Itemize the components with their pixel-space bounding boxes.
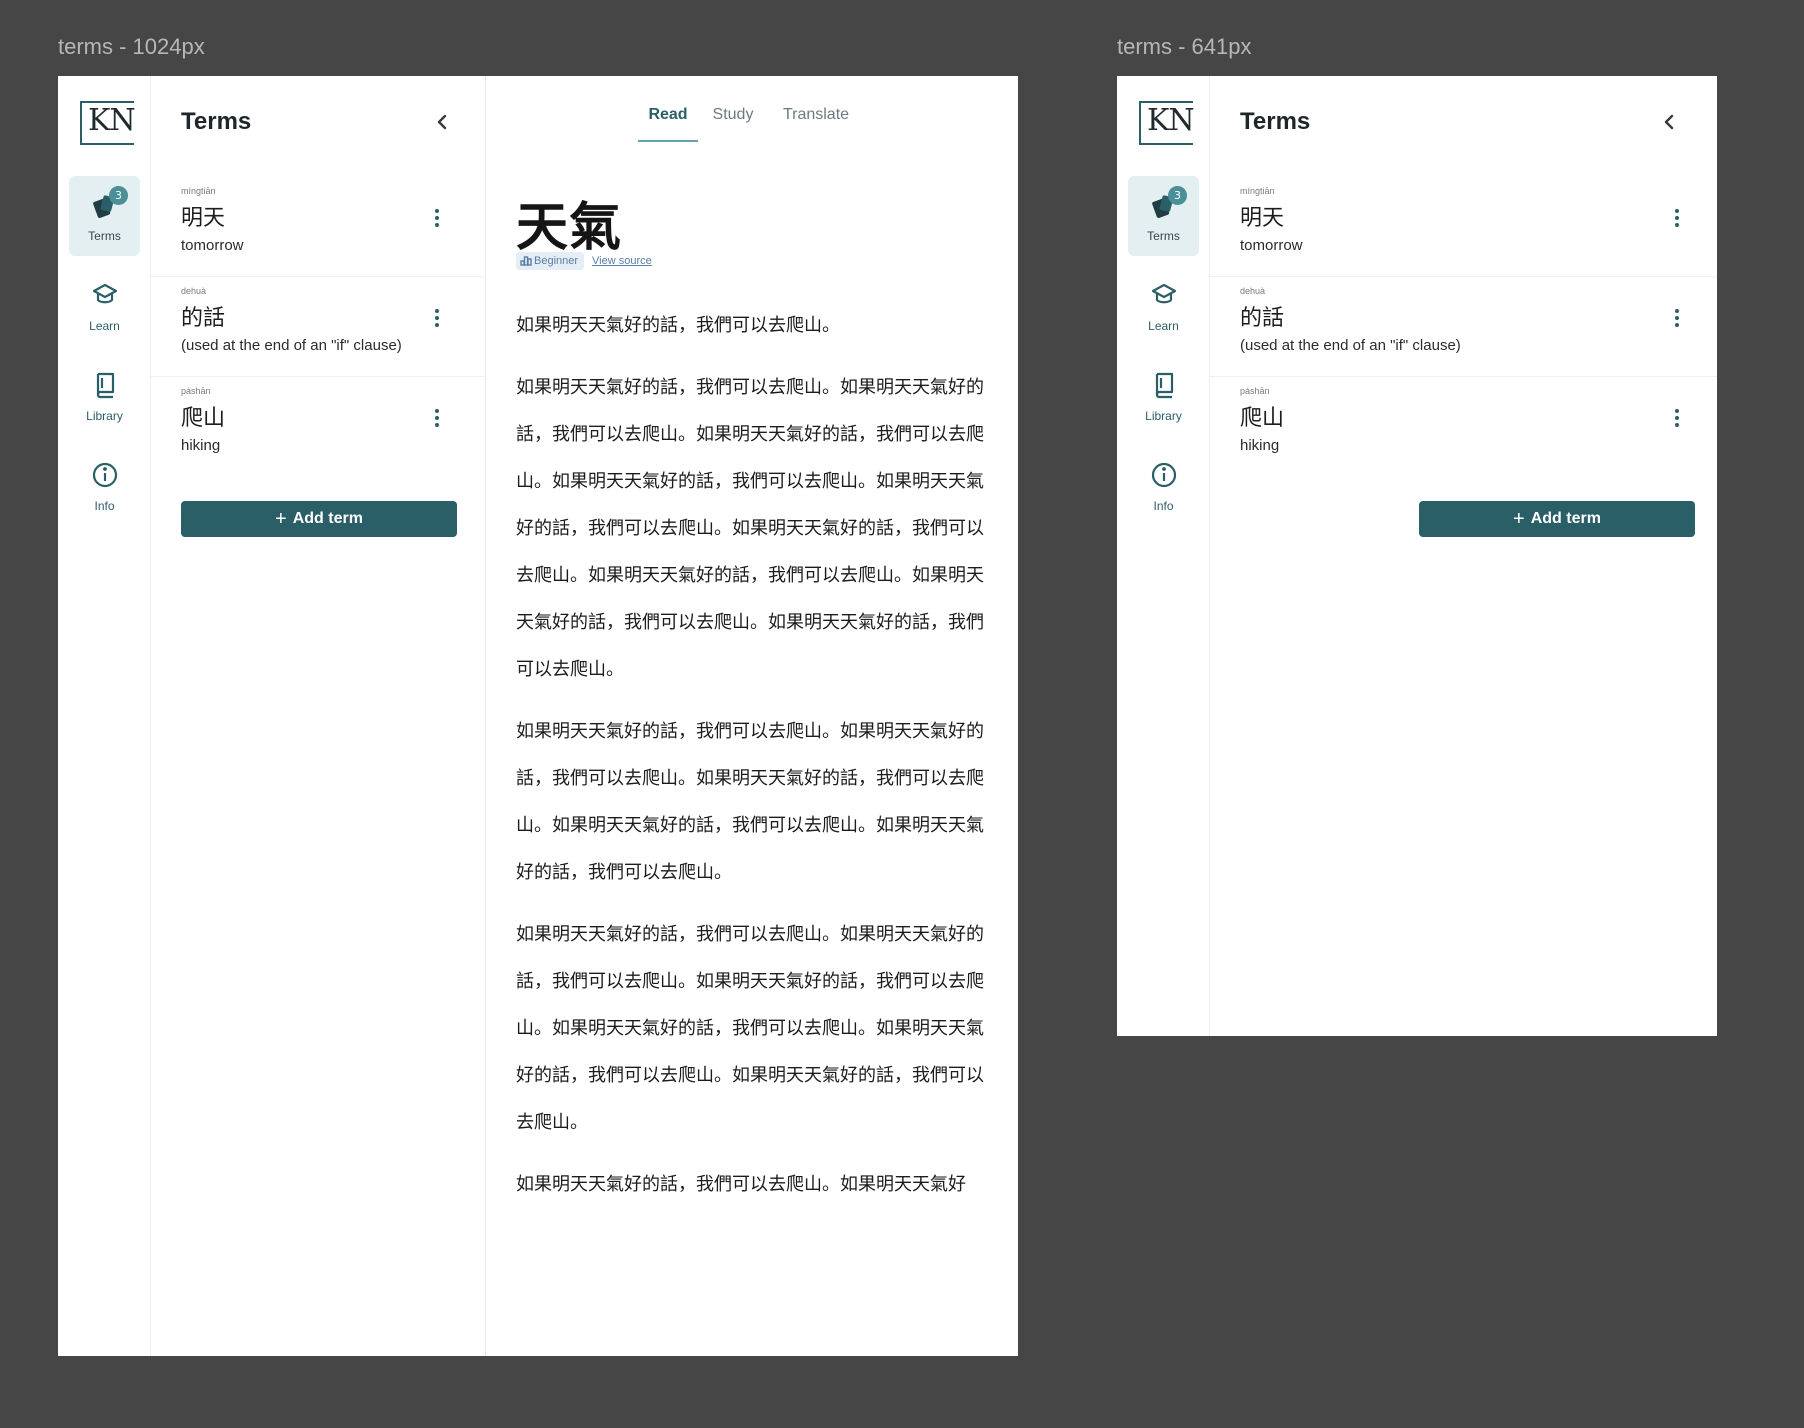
frame-641: KN 3 Terms Learn Library Info Terms míng… xyxy=(1117,76,1717,1036)
term-item[interactable]: dehuà 的話 (used at the end of an "if" cla… xyxy=(1210,276,1717,377)
frame-1024: KN 3 Terms Learn Library Info Terms míng… xyxy=(58,76,1018,1356)
more-options-icon[interactable] xyxy=(427,406,447,430)
nav-item-terms[interactable]: 3 Terms xyxy=(69,176,140,256)
panel-title: Terms xyxy=(181,108,252,135)
document-title: 天氣 xyxy=(516,197,623,258)
more-options-icon[interactable] xyxy=(1667,406,1687,430)
paragraph: 如果明天天氣好的話，我們可以去爬山。如果明天天氣好的話，我們可以去爬山。如果明天… xyxy=(516,721,984,883)
chevron-left-icon[interactable] xyxy=(1657,110,1681,134)
nav-item-library[interactable]: Library xyxy=(1128,356,1199,436)
tab-read[interactable]: Read xyxy=(638,102,698,142)
more-options-icon[interactable] xyxy=(1667,306,1687,330)
nav-rail: KN 3 Terms Learn Library Info xyxy=(58,76,151,1356)
article-body: 如果明天天氣好的話，我們可以去爬山。 如果明天天氣好的話，我們可以去爬山。如果明… xyxy=(516,302,988,1223)
nav-item-learn[interactable]: Learn xyxy=(1128,266,1199,346)
paragraph: 如果明天天氣好的話，我們可以去爬山。 xyxy=(516,315,840,336)
book-icon xyxy=(1155,372,1174,399)
document-meta: Beginner View source xyxy=(516,250,652,272)
level-badge: Beginner xyxy=(516,251,585,270)
terms-count-badge: 3 xyxy=(109,186,128,205)
chevron-left-icon[interactable] xyxy=(430,110,454,134)
plus-icon: + xyxy=(1513,507,1525,530)
panel-title: Terms xyxy=(1240,108,1311,135)
app-logo[interactable]: KN xyxy=(80,101,136,145)
terms-panel: Terms míngtiān 明天 tomorrow dehuà 的話 (use… xyxy=(151,76,486,1356)
info-icon xyxy=(1151,462,1177,488)
paragraph: 如果明天天氣好的話，我們可以去爬山。如果明天天氣好 xyxy=(516,1174,966,1195)
paragraph: 如果明天天氣好的話，我們可以去爬山。如果明天天氣好的話，我們可以去爬山。如果明天… xyxy=(516,377,984,680)
more-options-icon[interactable] xyxy=(427,206,447,230)
view-source-link[interactable]: View source xyxy=(592,255,652,267)
terms-count-badge: 3 xyxy=(1168,186,1187,205)
nav-rail: KN 3 Terms Learn Library Info xyxy=(1117,76,1210,1036)
plus-icon: + xyxy=(275,507,287,530)
terms-panel: Terms míngtiān 明天 tomorrow dehuà 的話 (use… xyxy=(1210,76,1717,1036)
term-item[interactable]: páshān 爬山 hiking xyxy=(1210,376,1717,476)
nav-item-learn[interactable]: Learn xyxy=(69,266,140,346)
term-item[interactable]: míngtiān 明天 tomorrow xyxy=(151,176,485,277)
nav-item-info[interactable]: Info xyxy=(1128,446,1199,526)
add-term-button[interactable]: + Add term xyxy=(1419,501,1695,537)
app-logo[interactable]: KN xyxy=(1139,101,1195,145)
book-icon xyxy=(96,372,115,399)
nav-item-terms[interactable]: 3 Terms xyxy=(1128,176,1199,256)
term-item[interactable]: páshān 爬山 hiking xyxy=(151,376,485,476)
info-icon xyxy=(92,462,118,488)
frame-label: terms - 641px xyxy=(1117,34,1252,59)
tab-study[interactable]: Study xyxy=(710,102,756,140)
tab-translate[interactable]: Translate xyxy=(780,102,852,140)
more-options-icon[interactable] xyxy=(427,306,447,330)
more-options-icon[interactable] xyxy=(1667,206,1687,230)
add-term-button[interactable]: + Add term xyxy=(181,501,457,537)
term-item[interactable]: dehuà 的話 (used at the end of an "if" cla… xyxy=(151,276,485,377)
bar-chart-icon xyxy=(520,255,532,266)
reader-pane: Read Study Translate 天氣 Beginner View sou… xyxy=(486,76,1018,1356)
paragraph: 如果明天天氣好的話，我們可以去爬山。如果明天天氣好的話，我們可以去爬山。如果明天… xyxy=(516,924,984,1133)
term-item[interactable]: míngtiān 明天 tomorrow xyxy=(1210,176,1717,277)
nav-item-info[interactable]: Info xyxy=(69,446,140,526)
graduation-cap-icon xyxy=(92,283,118,304)
reader-tabs: Read Study Translate xyxy=(486,102,1018,142)
nav-item-library[interactable]: Library xyxy=(69,356,140,436)
frame-label: terms - 1024px xyxy=(58,34,205,59)
graduation-cap-icon xyxy=(1151,283,1177,304)
